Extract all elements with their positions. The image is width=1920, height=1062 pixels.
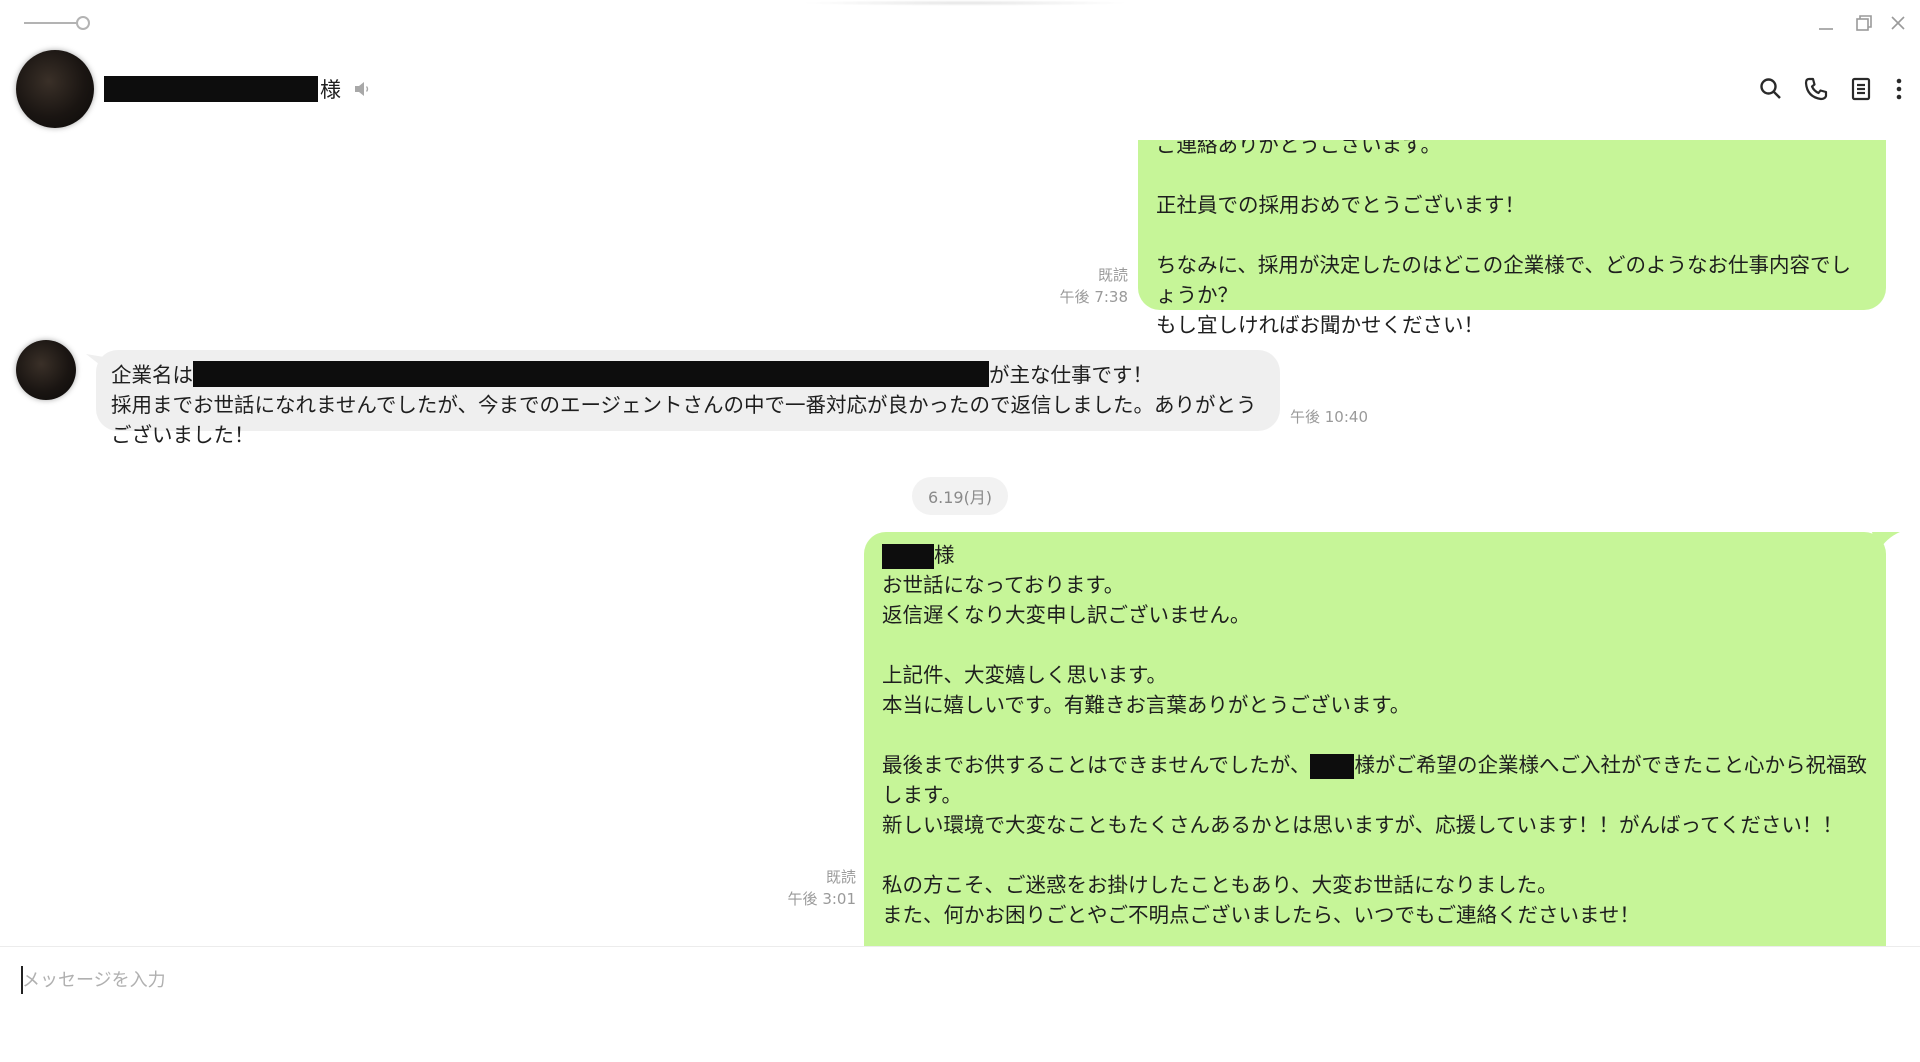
top-shadow — [800, 0, 1130, 6]
message-line: 正社員での採用おめでとうございます！ — [1156, 193, 1525, 217]
slider-track — [24, 22, 78, 24]
contact-name[interactable]: 様 — [104, 74, 373, 104]
sender-avatar[interactable] — [16, 340, 76, 400]
message-text: お世話になっております。 返信遅くなり大変申し訳ございません。 上記件、大変嬉し… — [882, 573, 1411, 777]
message-input[interactable] — [22, 963, 1902, 997]
opacity-slider[interactable] — [24, 16, 90, 30]
incoming-message[interactable]: 企業名は が主な仕事です！ 採用までお世話になれませんでしたが、今までのエージェン… — [96, 350, 1280, 447]
message-line: もし宜しければお聞かせください！ — [1156, 313, 1484, 337]
outgoing-message[interactable]: ご連絡ありがとうございます。正社員での採用おめでとうございます！ ちなみに、採用が… — [1138, 140, 1886, 337]
message-line: ちなみに、採用が決定したのはどこの企業様で、どのようなお仕事内容でしょうか？ — [1156, 253, 1851, 307]
message-text: が主な仕事です！ — [989, 363, 1153, 387]
read-receipt: 既読 — [825, 868, 856, 886]
notes-icon[interactable] — [1846, 74, 1876, 104]
message-time: 午後 10:40 — [1290, 408, 1368, 426]
message-line — [1156, 160, 1866, 190]
minimize-icon[interactable] — [1813, 10, 1839, 36]
more-vertical-icon[interactable] — [1884, 74, 1914, 104]
outgoing-message[interactable]: 様 お世話になっております。 返信遅くなり大変申し訳ございません。 上記件、大変… — [864, 532, 1886, 946]
message-time: 午後 3:01 — [787, 890, 856, 908]
message-line — [1156, 220, 1866, 250]
chat-header: 様 — [0, 40, 1920, 140]
slider-knob[interactable] — [76, 16, 90, 30]
message-line: ご連絡ありがとうございます。 — [1156, 140, 1441, 157]
redacted-text — [193, 361, 989, 387]
date-separator: 6.19(月) — [912, 477, 1008, 515]
message-meta: 既読 午後 7:38 — [1020, 264, 1128, 308]
title-bar — [0, 0, 1920, 44]
message-text: 企業名は — [111, 363, 193, 387]
message-text: 様 — [934, 543, 955, 567]
phone-icon[interactable] — [1801, 74, 1831, 104]
search-icon[interactable] — [1756, 74, 1786, 104]
message-text: 新しい環境で大変なこともたくさんあるかとは思いますが、応援しています！！がんばっ… — [882, 813, 1843, 927]
read-receipt: 既読 — [1097, 266, 1128, 284]
message-list[interactable]: ご連絡ありがとうございます。正社員での採用おめでとうございます！ ちなみに、採用が… — [0, 140, 1920, 946]
redacted-name — [104, 76, 318, 102]
message-meta: 既読 午後 3:01 — [748, 866, 856, 910]
restore-icon[interactable] — [1851, 10, 1877, 36]
contact-avatar[interactable] — [16, 50, 94, 128]
redacted-name — [1310, 753, 1355, 779]
message-text: 採用までお世話になれませんでしたが、今までのエージェントさんの中で一番対応が良か… — [111, 393, 1257, 447]
close-icon[interactable] — [1885, 10, 1911, 36]
contact-name-suffix: 様 — [320, 78, 341, 102]
redacted-name — [882, 543, 934, 569]
mute-speaker-icon — [351, 78, 373, 100]
message-input-area — [0, 946, 1920, 1062]
message-time: 午後 7:38 — [1059, 288, 1128, 306]
